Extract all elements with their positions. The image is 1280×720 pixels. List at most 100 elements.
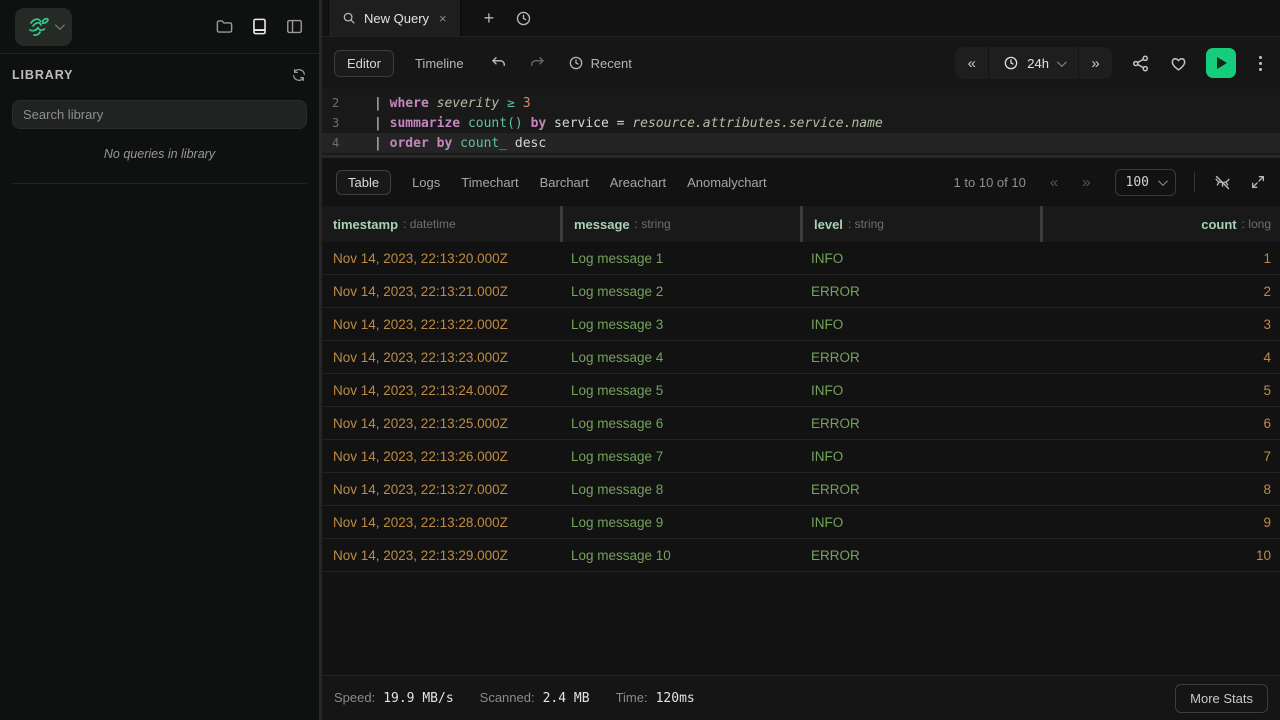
undo-icon[interactable] bbox=[490, 54, 508, 72]
tab-close-icon[interactable]: × bbox=[439, 11, 447, 26]
table-row[interactable]: Nov 14, 2023, 22:13:24.000ZLog message 5… bbox=[322, 374, 1280, 407]
time-range-value: 24h bbox=[1027, 56, 1049, 71]
column-name: message bbox=[574, 217, 630, 232]
more-stats-button[interactable]: More Stats bbox=[1175, 684, 1268, 713]
column-header-count[interactable]: count : long bbox=[1040, 206, 1280, 242]
level-cell: INFO bbox=[800, 515, 1040, 530]
more-options-kebab-icon[interactable] bbox=[1255, 52, 1266, 75]
column-header-level[interactable]: level: string bbox=[800, 206, 1040, 242]
level-cell: INFO bbox=[800, 251, 1040, 266]
message-cell: Log message 10 bbox=[560, 548, 800, 563]
line-number: 2 bbox=[322, 96, 374, 110]
hummingbird-logo-icon bbox=[26, 14, 52, 40]
view-tab-logs[interactable]: Logs bbox=[412, 175, 440, 190]
timestamp-cell: Nov 14, 2023, 22:13:29.000Z bbox=[322, 548, 560, 563]
count-cell: 8 bbox=[1040, 482, 1280, 497]
search-library-input[interactable] bbox=[12, 100, 307, 129]
count-cell: 5 bbox=[1040, 383, 1280, 398]
library-section: LIBRARY No queries in library bbox=[0, 54, 319, 184]
table-row[interactable]: Nov 14, 2023, 22:13:21.000ZLog message 2… bbox=[322, 275, 1280, 308]
scanned-label: Scanned: bbox=[480, 690, 535, 705]
message-cell: Log message 9 bbox=[560, 515, 800, 530]
pagination-range-text: 1 to 10 of 10 bbox=[954, 175, 1026, 190]
clock-icon bbox=[1003, 55, 1019, 71]
level-cell: ERROR bbox=[800, 350, 1040, 365]
table-row[interactable]: Nov 14, 2023, 22:13:28.000ZLog message 9… bbox=[322, 506, 1280, 539]
view-tab-timechart[interactable]: Timechart bbox=[461, 175, 518, 190]
code-text: | order by count_ desc bbox=[374, 136, 546, 151]
table-row[interactable]: Nov 14, 2023, 22:13:23.000ZLog message 4… bbox=[322, 341, 1280, 374]
message-cell: Log message 5 bbox=[560, 383, 800, 398]
table-row[interactable]: Nov 14, 2023, 22:13:29.000ZLog message 1… bbox=[322, 539, 1280, 572]
tab-new-query[interactable]: New Query × bbox=[328, 0, 461, 36]
share-icon[interactable] bbox=[1131, 54, 1150, 73]
count-cell: 7 bbox=[1040, 449, 1280, 464]
column-type: : long bbox=[1242, 217, 1271, 231]
app-window: LIBRARY No queries in library bbox=[0, 0, 1280, 720]
hide-columns-eye-off-icon[interactable] bbox=[1213, 173, 1232, 192]
view-tab-barchart[interactable]: Barchart bbox=[540, 175, 589, 190]
code-text: | where severity ≥ 3 bbox=[374, 96, 531, 111]
view-tab-table[interactable]: Table bbox=[336, 170, 391, 195]
run-query-button[interactable] bbox=[1206, 48, 1236, 78]
table-row[interactable]: Nov 14, 2023, 22:13:27.000ZLog message 8… bbox=[322, 473, 1280, 506]
library-divider bbox=[12, 183, 307, 184]
folder-icon[interactable] bbox=[215, 17, 234, 36]
editor-line[interactable]: 2| where severity ≥ 3 bbox=[322, 93, 1280, 113]
timestamp-cell: Nov 14, 2023, 22:13:22.000Z bbox=[322, 317, 560, 332]
sidebar: LIBRARY No queries in library bbox=[0, 0, 322, 720]
speed-label: Speed: bbox=[334, 690, 375, 705]
favorite-heart-icon[interactable] bbox=[1169, 54, 1188, 73]
time-range-group: « 24h » bbox=[955, 47, 1112, 79]
message-cell: Log message 3 bbox=[560, 317, 800, 332]
expand-fullscreen-icon[interactable] bbox=[1250, 174, 1266, 190]
redo-icon[interactable] bbox=[528, 54, 546, 72]
search-icon bbox=[342, 11, 356, 25]
editor-mode-button[interactable]: Editor bbox=[334, 50, 394, 77]
time-shift-back-button[interactable]: « bbox=[955, 47, 988, 79]
time-shift-forward-button[interactable]: » bbox=[1079, 47, 1112, 79]
logo-chevron-down-icon bbox=[54, 20, 64, 30]
message-cell: Log message 1 bbox=[560, 251, 800, 266]
play-icon bbox=[1217, 57, 1227, 69]
editor-line[interactable]: 3| summarize count() by service = resour… bbox=[322, 113, 1280, 133]
chevron-down-icon bbox=[1057, 57, 1067, 67]
message-cell: Log message 8 bbox=[560, 482, 800, 497]
table-row[interactable]: Nov 14, 2023, 22:13:20.000ZLog message 1… bbox=[322, 242, 1280, 275]
recent-button[interactable]: Recent bbox=[568, 55, 632, 71]
view-tab-anomalychart[interactable]: Anomalychart bbox=[687, 175, 766, 190]
message-cell: Log message 7 bbox=[560, 449, 800, 464]
time-range-dropdown[interactable]: 24h bbox=[988, 47, 1079, 79]
new-tab-button[interactable]: + bbox=[484, 9, 495, 27]
level-cell: ERROR bbox=[800, 284, 1040, 299]
count-cell: 9 bbox=[1040, 515, 1280, 530]
table-row[interactable]: Nov 14, 2023, 22:13:26.000ZLog message 7… bbox=[322, 440, 1280, 473]
library-book-icon[interactable] bbox=[251, 17, 268, 36]
code-text: | summarize count() by service = resourc… bbox=[374, 116, 883, 131]
toolbar-divider bbox=[1194, 172, 1195, 192]
query-editor[interactable]: 2| where severity ≥ 33| summarize count(… bbox=[322, 89, 1280, 155]
prev-page-button[interactable]: « bbox=[1050, 174, 1058, 191]
view-tab-areachart[interactable]: Areachart bbox=[610, 175, 666, 190]
level-cell: ERROR bbox=[800, 548, 1040, 563]
timeline-mode-button[interactable]: Timeline bbox=[409, 51, 470, 76]
refresh-icon[interactable] bbox=[291, 67, 307, 83]
library-title: LIBRARY bbox=[12, 68, 73, 82]
app-logo-button[interactable] bbox=[15, 8, 72, 46]
panel-left-icon[interactable] bbox=[285, 17, 304, 36]
editor-line[interactable]: 4| order by count_ desc bbox=[322, 133, 1280, 153]
timestamp-cell: Nov 14, 2023, 22:13:21.000Z bbox=[322, 284, 560, 299]
timestamp-cell: Nov 14, 2023, 22:13:23.000Z bbox=[322, 350, 560, 365]
timestamp-cell: Nov 14, 2023, 22:13:20.000Z bbox=[322, 251, 560, 266]
column-name: count bbox=[1201, 217, 1236, 232]
column-header-timestamp[interactable]: timestamp: datetime bbox=[322, 206, 560, 242]
query-stats-bar: Speed: 19.9 MB/s Scanned: 2.4 MB Time: 1… bbox=[322, 675, 1280, 720]
next-page-button[interactable]: » bbox=[1082, 174, 1090, 191]
query-history-icon[interactable] bbox=[515, 10, 532, 27]
time-value: 120ms bbox=[656, 691, 695, 706]
column-header-message[interactable]: message: string bbox=[560, 206, 800, 242]
page-size-dropdown[interactable]: 100 bbox=[1115, 169, 1176, 196]
table-row[interactable]: Nov 14, 2023, 22:13:22.000ZLog message 3… bbox=[322, 308, 1280, 341]
table-row[interactable]: Nov 14, 2023, 22:13:25.000ZLog message 6… bbox=[322, 407, 1280, 440]
query-tabbar: New Query × + bbox=[322, 0, 1280, 37]
